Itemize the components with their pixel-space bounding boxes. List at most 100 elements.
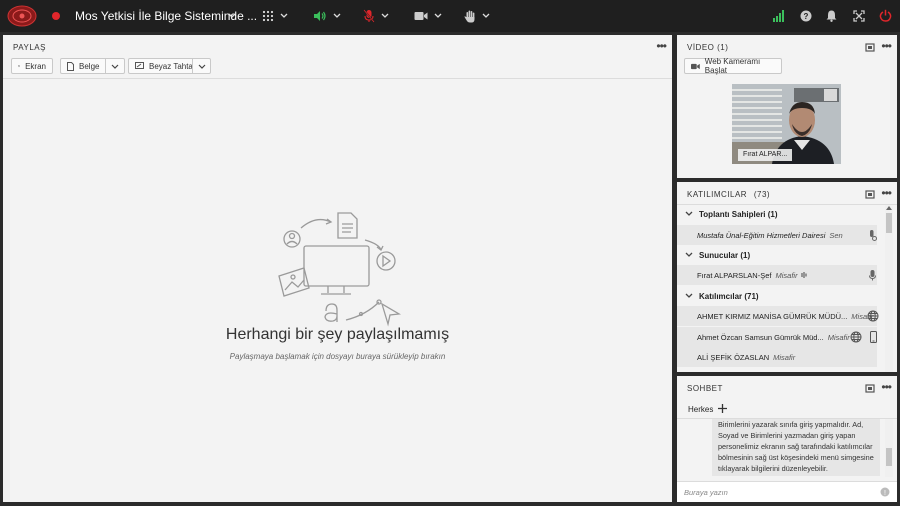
chevron-down-icon	[434, 13, 442, 18]
chat-tab-everyone[interactable]: Herkes	[688, 405, 713, 414]
record-dot-icon	[52, 12, 60, 20]
divider	[3, 78, 672, 79]
microphone-button[interactable]	[363, 6, 389, 26]
participant-role: Sen	[829, 230, 843, 240]
chevron-down-icon	[685, 252, 693, 257]
document-icon	[67, 61, 74, 71]
participants-count: (73)	[753, 190, 771, 199]
participant-row-presenter[interactable]: Fırat ALPARSLAN-Şef Misafir	[677, 265, 877, 285]
chevron-down-icon[interactable]	[198, 63, 206, 71]
chevron-down-icon	[333, 13, 341, 18]
participants-scrollbar[interactable]	[885, 205, 893, 372]
raise-hand-icon	[464, 10, 475, 22]
camera-button[interactable]	[414, 6, 442, 26]
participant-row[interactable]: AHMET KIRMIZ MANİSA GÜMRÜK MÜDÜ... Misaf…	[677, 306, 879, 326]
participant-name: Ahmet Özcan Samsun Gümrük Müd...	[697, 332, 824, 342]
participants-pod: KATILIMCILAR (73) ••• Toplantı Sahipleri…	[677, 182, 897, 372]
chevron-down-icon	[685, 293, 693, 298]
share-empty-title: Herhangi bir şey paylaşılmamış	[225, 326, 450, 343]
apps-menu-button[interactable]	[262, 6, 288, 26]
group-presenters[interactable]: Sunucular (1)	[677, 246, 877, 264]
scroll-thumb[interactable]	[886, 213, 892, 233]
participant-role: Misafir	[775, 270, 798, 280]
microphone-icon[interactable]	[869, 270, 876, 281]
mic-muted-icon	[363, 9, 375, 23]
participants-pod-menu-icon[interactable]: •••	[881, 187, 892, 199]
raise-hand-button[interactable]	[464, 6, 490, 26]
camera-icon	[414, 12, 428, 20]
svg-text:?: ?	[804, 12, 809, 21]
participant-row[interactable]: Ahmet Özcan Samsun Gümrük Müd... Misafir	[677, 327, 877, 347]
split-divider	[192, 59, 193, 73]
start-webcam-label: Web Kameramı Başlat	[704, 57, 761, 75]
emblem-logo	[7, 5, 37, 27]
group-attendees-label: Katılımcılar (71)	[699, 291, 759, 301]
chat-input-box[interactable]: Buraya yazın !	[677, 481, 897, 502]
share-document-button[interactable]: Belge	[60, 58, 125, 74]
share-document-label: Belge	[79, 61, 100, 71]
share-screen-label: Ekran	[25, 61, 46, 71]
camera-icon	[691, 63, 700, 69]
video-pod-header: VİDEO (1)	[687, 43, 729, 52]
maximize-icon[interactable]	[865, 384, 875, 393]
participant-row-host[interactable]: Mustafa Ünal-Eğitim Hizmetleri Dairesi S…	[677, 225, 877, 245]
monitor-icon	[18, 65, 21, 67]
power-icon[interactable]	[879, 9, 892, 22]
globe-icon	[867, 310, 879, 322]
participant-name: Mustafa Ünal-Eğitim Hizmetleri Dairesi	[697, 230, 826, 240]
add-chat-tab-icon[interactable]	[718, 404, 727, 413]
share-pod-header: PAYLAŞ	[13, 43, 46, 52]
speaking-wave-icon	[801, 272, 807, 278]
globe-icon	[850, 331, 862, 343]
group-hosts-label: Toplantı Sahipleri (1)	[699, 209, 778, 219]
participant-role: Misafir	[773, 352, 796, 362]
chevron-down-icon	[482, 13, 490, 18]
speaker-icon	[314, 11, 326, 21]
scroll-thumb[interactable]	[886, 448, 892, 466]
share-empty-hint: Paylaşmaya başlamak için dosyayı buraya …	[229, 352, 446, 361]
chat-scrollbar[interactable]	[885, 419, 893, 477]
maximize-icon[interactable]	[865, 43, 875, 52]
start-webcam-button[interactable]: Web Kameramı Başlat	[684, 57, 782, 75]
chevron-down-icon[interactable]	[111, 63, 119, 71]
chat-pod-menu-icon[interactable]: •••	[881, 381, 892, 393]
chat-info-icon[interactable]: !	[880, 487, 890, 497]
chat-pod-header: SOHBET	[687, 384, 723, 393]
share-screen-button[interactable]: Ekran	[11, 58, 53, 74]
video-pod: VİDEO (1) ••• Web Kameramı Başlat Fırat …	[677, 35, 897, 178]
scroll-up-icon[interactable]	[886, 206, 892, 210]
chevron-down-icon	[280, 13, 288, 18]
chevron-down-icon	[381, 13, 389, 18]
group-presenters-label: Sunucular (1)	[699, 250, 751, 260]
bell-icon[interactable]	[826, 10, 837, 22]
chevron-down-icon[interactable]	[228, 12, 236, 20]
whiteboard-icon	[135, 62, 144, 69]
share-empty-illustration	[278, 212, 402, 327]
chevron-down-icon	[685, 211, 693, 216]
top-bar: Mos Yetkisi İle Bilge Sisteminde ... ?	[0, 0, 900, 32]
svg-text:!: !	[884, 490, 886, 497]
participant-name: ALİ ŞEFİK ÖZASLAN	[697, 352, 770, 362]
video-pod-menu-icon[interactable]: •••	[881, 40, 892, 52]
participant-role: Misafir	[827, 332, 850, 342]
participant-name: Fırat ALPARSLAN-Şef	[697, 270, 772, 280]
help-icon[interactable]: ?	[800, 10, 812, 22]
group-hosts[interactable]: Toplantı Sahipleri (1)	[677, 205, 877, 223]
maximize-icon[interactable]	[865, 190, 875, 199]
grid-apps-icon	[262, 10, 274, 22]
group-attendees[interactable]: Katılımcılar (71)	[677, 287, 877, 305]
video-tile-name: Fırat ALPAR...	[738, 149, 793, 161]
signal-icon[interactable]	[773, 10, 785, 22]
participants-title: KATILIMCILAR	[687, 190, 748, 199]
mic-settings-icon[interactable]	[868, 230, 877, 241]
share-pod: PAYLAŞ ••• Ekran Belge Beyaz Tahta Herha…	[3, 35, 672, 502]
participant-row[interactable]: ALİ ŞEFİK ÖZASLAN Misafir	[677, 347, 877, 367]
fullscreen-icon[interactable]	[853, 10, 865, 22]
speaker-button[interactable]	[313, 6, 341, 26]
mobile-device-icon	[870, 331, 877, 343]
share-whiteboard-button[interactable]: Beyaz Tahta	[128, 58, 211, 74]
video-tile[interactable]: Fırat ALPAR...	[732, 84, 841, 164]
share-pod-menu-icon[interactable]: •••	[656, 40, 667, 52]
chat-input[interactable]: Buraya yazın	[684, 488, 728, 497]
participant-name: AHMET KIRMIZ MANİSA GÜMRÜK MÜDÜ...	[697, 311, 848, 321]
